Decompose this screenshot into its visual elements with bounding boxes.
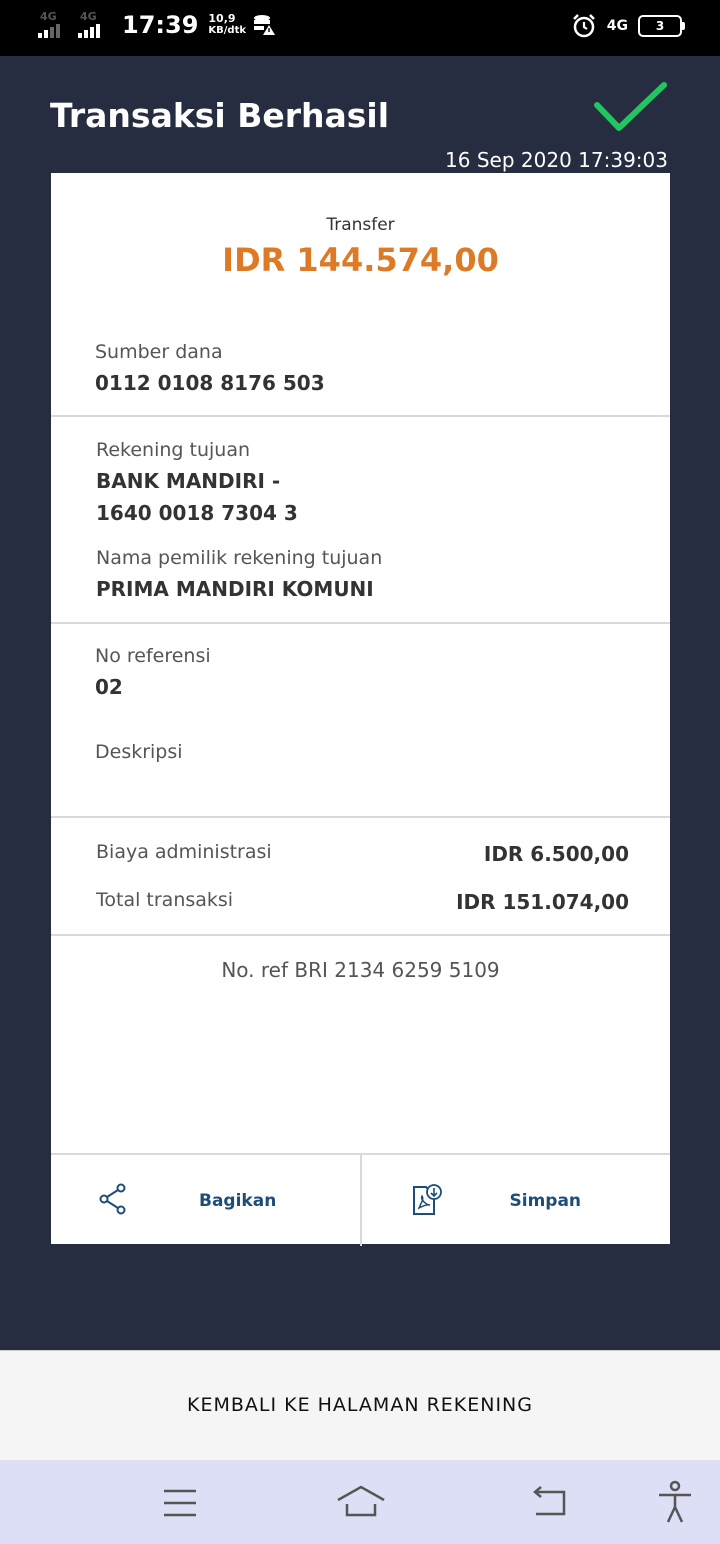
destination-label: Rekening tujuan [96, 439, 251, 461]
divider [51, 415, 670, 417]
page-title: Transaksi Berhasil [50, 96, 390, 135]
signal-icon-2: 4G [78, 10, 112, 40]
network-speed: 10,9 KB/dtk [208, 13, 246, 37]
total-value: IDR 151.074,00 [456, 890, 629, 914]
source-account: 0112 0108 8176 503 [95, 371, 325, 395]
save-button[interactable]: Simpan [362, 1155, 671, 1246]
bri-reference: No. ref BRI 2134 6259 5109 [221, 958, 500, 982]
signal-type-1: 4G [40, 10, 57, 23]
action-row: Bagikan Simpan [51, 1153, 670, 1246]
data-saver-icon [254, 15, 276, 35]
fee-value: IDR 6.500,00 [483, 842, 629, 866]
reference-label: No referensi [95, 645, 211, 667]
source-label: Sumber dana [95, 341, 223, 363]
transaction-amount: IDR 144.574,00 [222, 241, 499, 279]
signal-type-2: 4G [80, 10, 97, 23]
back-icon[interactable] [530, 1486, 570, 1518]
network-type-right: 4G [606, 18, 628, 34]
save-label: Simpan [509, 1191, 582, 1211]
destination-account: 1640 0018 7304 3 [96, 501, 298, 525]
owner-name: PRIMA MANDIRI KOMUNI [96, 577, 374, 601]
transaction-type: Transfer [326, 215, 395, 235]
transaction-datetime: 16 Sep 2020 17:39:03 [445, 148, 668, 172]
battery-level: 3 [655, 19, 665, 33]
description-label: Deskripsi [95, 741, 183, 763]
alarm-icon [572, 14, 595, 38]
share-button[interactable]: Bagikan [51, 1155, 362, 1246]
pdf-download-icon [412, 1184, 442, 1215]
owner-label: Nama pemilik rekening tujuan [96, 547, 383, 569]
status-time: 17:39 [122, 11, 199, 39]
back-to-account-button[interactable]: KEMBALI KE HALAMAN REKENING [0, 1350, 720, 1461]
divider [51, 622, 670, 624]
check-icon [594, 82, 667, 131]
fee-label: Biaya administrasi [96, 841, 272, 863]
destination-bank: BANK MANDIRI - [96, 469, 281, 493]
divider [51, 816, 670, 818]
total-label: Total transaksi [96, 889, 234, 911]
share-icon [99, 1183, 126, 1215]
menu-icon[interactable] [162, 1488, 198, 1518]
accessibility-icon[interactable] [656, 1480, 694, 1524]
share-label: Bagikan [199, 1191, 277, 1211]
battery-icon: 3 [638, 15, 685, 37]
signal-icon: 4G [38, 10, 72, 40]
system-nav-bar [0, 1460, 720, 1544]
status-bar: 4G 4G 17:39 10,9 KB/dtk 4G 3 [0, 0, 720, 56]
reference-value: 02 [95, 675, 123, 699]
net-speed-value: 10,9 [208, 12, 236, 25]
net-speed-unit: KB/dtk [208, 25, 247, 36]
divider [51, 934, 670, 936]
receipt-card: Transfer IDR 144.574,00 Sumber dana 0112… [51, 173, 670, 1246]
home-icon[interactable] [336, 1484, 386, 1518]
